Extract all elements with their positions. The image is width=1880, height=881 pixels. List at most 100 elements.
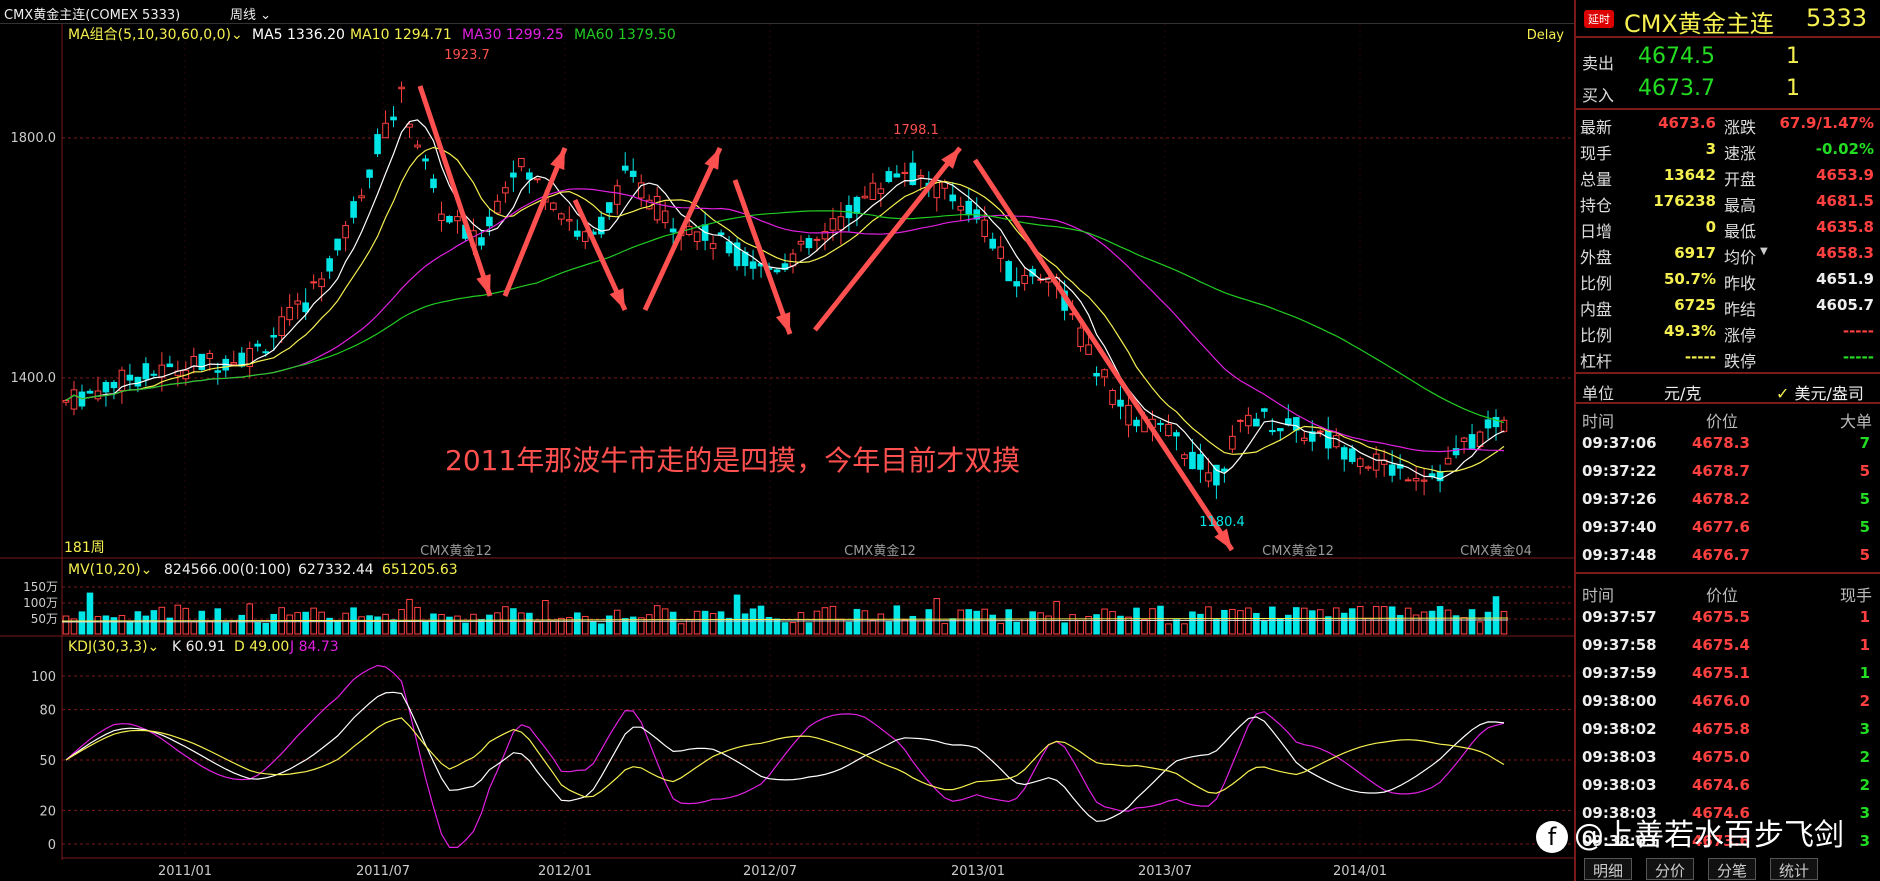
volume-bar: [925, 609, 933, 635]
big-order-row[interactable]: 09:37:26 4678.2 5: [1576, 486, 1880, 513]
volume-bar: [701, 610, 709, 635]
arrow-head-icon: [775, 312, 791, 334]
tab-3[interactable]: 统计: [1770, 858, 1819, 880]
volume-bar: [126, 621, 134, 635]
volume-bar: [198, 610, 206, 635]
trade-time: 09:38:03: [1582, 776, 1657, 794]
ask-row: 卖出 4674.5 1: [1576, 44, 1880, 74]
unit-value[interactable]: 元/克: [1664, 380, 1701, 404]
candle-body: [949, 194, 957, 202]
candle-body: [1492, 416, 1500, 428]
volume-bar: [869, 619, 877, 635]
volume-bar: [1133, 607, 1140, 635]
field-value: -0.02%: [1815, 140, 1874, 158]
ma60-value: MA60 1379.50: [574, 27, 676, 43]
candle-body: [1133, 419, 1140, 427]
trade-time: 09:37:06: [1582, 434, 1657, 452]
tick-row[interactable]: 09:38:03 4675.0 2: [1576, 744, 1880, 771]
volume-bar: [174, 604, 182, 635]
volume-bar: [1173, 619, 1180, 635]
candle-body: [1173, 432, 1180, 437]
trade-price: 4674.6: [1692, 776, 1750, 794]
trade-qty: 5: [1859, 518, 1870, 536]
volume-bar: [973, 610, 981, 635]
candle-body: [877, 188, 885, 194]
volume-bar: [366, 615, 373, 635]
volume-bar: [1141, 618, 1148, 635]
volume-bar: [805, 622, 813, 635]
candle-body: [853, 196, 861, 214]
candle-body: [1109, 389, 1116, 405]
volume-bar: [350, 607, 357, 635]
big-order-row[interactable]: 09:37:22 4678.7 5: [1576, 458, 1880, 485]
volume-bar: [534, 621, 541, 635]
candle-body: [286, 306, 293, 321]
column-header: 现手: [1839, 586, 1872, 605]
volume-bar: [462, 622, 469, 635]
candle-body: [933, 181, 941, 199]
volume-bar: [1181, 623, 1188, 635]
contract-rollover-mark: CMX黄金12: [1262, 543, 1334, 559]
tick-row[interactable]: 09:38:00 4676.0 2: [1576, 688, 1880, 715]
volume-bar: [1029, 611, 1036, 635]
volume-bar: [845, 621, 853, 635]
candle-body: [150, 373, 158, 376]
big-order-row[interactable]: 09:37:48 4676.7 5: [1576, 542, 1880, 569]
tick-row[interactable]: 09:37:58 4675.4 1: [1576, 632, 1880, 659]
unit-alt-toggle[interactable]: ✓ 美元/盎司: [1776, 380, 1864, 404]
trade-qty: 5: [1859, 490, 1870, 508]
candle-body: [805, 238, 813, 249]
candlestick-chart[interactable]: 1800.0 1400.0 150万 100万 50万 100 80 50 20 0 2011/01…: [0, 24, 1574, 881]
volume-bar: [885, 621, 893, 635]
field-label: 外盘: [1580, 248, 1613, 267]
big-order-row[interactable]: 09:37:06 4678.3 7: [1576, 430, 1880, 457]
field-value: -----: [1842, 348, 1874, 366]
ma30-value: MA30 1299.25: [462, 27, 564, 43]
candle-body: [102, 381, 110, 393]
period-selector[interactable]: 周线 ⌄: [230, 4, 271, 23]
candle-body: [1340, 447, 1348, 460]
field-value: 67.9/1.47%: [1779, 114, 1874, 132]
tick-row[interactable]: 09:37:59 4675.1 1: [1576, 660, 1880, 687]
candle-body: [1181, 454, 1188, 459]
quote-field-row: 杠杆 ----- 跌停 -----: [1576, 344, 1880, 371]
chevron-down-icon[interactable]: ▼: [1760, 246, 1768, 257]
tick-row[interactable]: 09:38:03 4674.6 2: [1576, 772, 1880, 799]
x-tick-label: 2012/01: [538, 864, 592, 879]
candle-body: [1356, 458, 1364, 467]
field-label: 杠杆: [1580, 352, 1613, 371]
field-label: 速涨: [1724, 144, 1757, 163]
tab-2[interactable]: 分笔: [1708, 858, 1757, 880]
watermark-logo-icon: f: [1536, 820, 1568, 853]
volume-bar: [1165, 623, 1172, 635]
volume-bar: [470, 613, 477, 635]
volume-bar: [558, 617, 565, 635]
volume-bar: [733, 594, 741, 635]
volume-bar: [1348, 608, 1356, 635]
volume-bar: [853, 608, 861, 635]
trade-price: 4675.4: [1692, 636, 1750, 654]
volume-bar: [110, 617, 118, 635]
volume-bar: [1077, 619, 1084, 635]
tab-0[interactable]: 明细: [1584, 858, 1633, 880]
candle-body: [1420, 479, 1428, 482]
trade-price: 4675.1: [1692, 664, 1750, 682]
candle-body: [270, 334, 278, 338]
volume-bar: [957, 609, 965, 635]
candle-body: [965, 200, 973, 216]
volume-bar: [1245, 607, 1252, 635]
candle-body: [997, 246, 1004, 259]
trade-qty: 1: [1859, 664, 1870, 682]
volume-bar: [877, 613, 885, 635]
trade-price: 4675.8: [1692, 720, 1750, 738]
tick-row[interactable]: 09:38:02 4675.8 3: [1576, 716, 1880, 743]
candle-body: [605, 202, 613, 213]
volume-bar: [190, 621, 198, 635]
volume-bar: [613, 609, 621, 635]
tab-1[interactable]: 分价: [1646, 858, 1695, 880]
big-order-row[interactable]: 09:37:40 4677.6 5: [1576, 514, 1880, 541]
candle-body: [837, 216, 845, 231]
field-value: 4653.9: [1816, 166, 1874, 184]
candle-body: [1404, 479, 1412, 482]
tick-row[interactable]: 09:37:57 4675.5 1: [1576, 604, 1880, 631]
